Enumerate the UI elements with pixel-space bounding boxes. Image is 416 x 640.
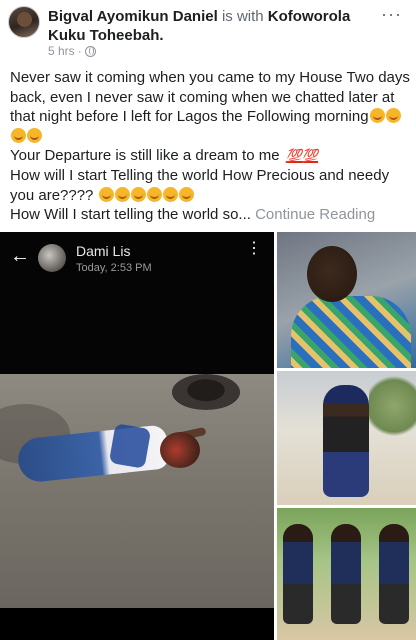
side-photo-3[interactable] bbox=[277, 508, 416, 640]
crying-emoji-icon bbox=[369, 108, 385, 124]
side-photo-3-figure bbox=[331, 524, 361, 624]
hugging-emoji-icon bbox=[130, 186, 146, 202]
kebab-menu-icon: ⋮ bbox=[246, 240, 262, 257]
hugging-emoji-icon bbox=[114, 186, 130, 202]
side-photo-1-face bbox=[307, 246, 357, 302]
tyre-image bbox=[172, 374, 240, 410]
screenshot-time: Today, 2:53 PM bbox=[76, 262, 152, 274]
photo-gallery: ← Dami Lis Today, 2:53 PM ⋮ bbox=[0, 232, 416, 640]
post-paragraph-2-text: Your Departure is still like a dream to … bbox=[10, 147, 280, 165]
post-paragraph-3-text: How will I start Telling the world How P… bbox=[10, 166, 390, 204]
post-meta: 5 hrs · bbox=[48, 44, 96, 58]
post-time[interactable]: 5 hrs bbox=[48, 44, 75, 58]
post-body: Never saw it coming when you came to my … bbox=[10, 68, 410, 225]
figure-scarf-image bbox=[108, 423, 152, 469]
post-paragraph-4: How Will I start telling the world so...… bbox=[10, 205, 410, 225]
author-name[interactable]: Bigval Ayomikun Daniel bbox=[48, 8, 218, 25]
post-paragraph-1: Never saw it coming when you came to my … bbox=[10, 68, 410, 146]
back-arrow-icon: ← bbox=[10, 245, 30, 267]
figure-head-image bbox=[160, 432, 200, 468]
post-paragraph-1-text: Never saw it coming when you came to my … bbox=[10, 69, 410, 126]
hugging-emoji-icon bbox=[146, 186, 162, 202]
photo-scene bbox=[0, 374, 274, 608]
author-avatar[interactable] bbox=[8, 6, 40, 38]
hugging-emoji-icon bbox=[178, 186, 194, 202]
globe-icon bbox=[84, 45, 96, 57]
side-photo-2-person bbox=[323, 385, 369, 497]
crying-emoji-icon bbox=[27, 127, 42, 143]
with-text: is with bbox=[221, 8, 264, 25]
hugging-emoji-icon bbox=[98, 186, 114, 202]
post-paragraph-2: Your Departure is still like a dream to … bbox=[10, 146, 410, 166]
side-photo-3-figure bbox=[283, 524, 313, 624]
side-photo-1[interactable] bbox=[277, 232, 416, 368]
screenshot-avatar bbox=[38, 244, 66, 272]
side-photo-2[interactable] bbox=[277, 371, 416, 505]
continue-reading-link[interactable]: Continue Reading bbox=[255, 206, 375, 223]
post-paragraph-3: How will I start Telling the world How P… bbox=[10, 166, 410, 205]
post-header-text: Bigval Ayomikun Daniel is with Kofoworol… bbox=[48, 7, 370, 45]
more-icon[interactable]: ··· bbox=[381, 4, 402, 25]
main-photo-footer bbox=[0, 608, 274, 640]
meta-dot: · bbox=[77, 44, 82, 58]
main-photo-header: ← Dami Lis Today, 2:53 PM ⋮ bbox=[0, 232, 274, 282]
post-header: Bigval Ayomikun Daniel is with Kofoworol… bbox=[0, 0, 416, 66]
crying-emoji-icon bbox=[385, 108, 401, 124]
crying-emoji-icon bbox=[11, 127, 26, 143]
post-paragraph-4-text: How Will I start telling the world so... bbox=[10, 206, 251, 224]
side-photo-1-cloth bbox=[291, 296, 411, 368]
hugging-emoji-icon bbox=[162, 186, 178, 202]
main-photo[interactable]: ← Dami Lis Today, 2:53 PM ⋮ bbox=[0, 232, 274, 640]
side-photo-2-tree bbox=[369, 371, 416, 441]
hundred-emoji-icon: 💯💯 bbox=[285, 148, 319, 164]
side-photo-3-figure bbox=[379, 524, 409, 624]
screenshot-name: Dami Lis bbox=[76, 243, 131, 259]
